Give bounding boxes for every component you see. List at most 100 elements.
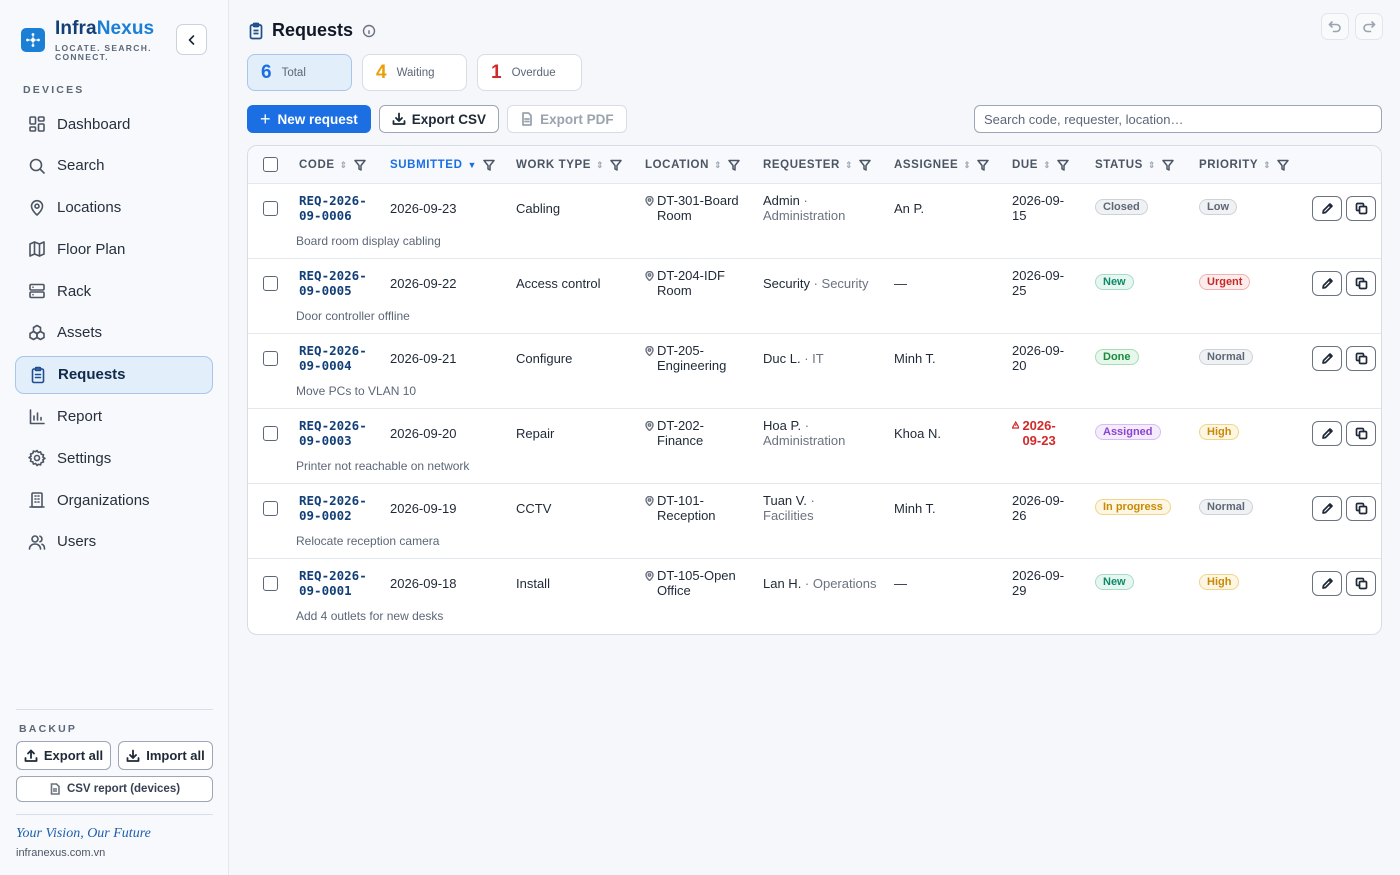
- requester-dept: ·: [801, 418, 810, 433]
- copy-icon: [1355, 502, 1367, 515]
- stat-value: 4: [376, 61, 387, 83]
- edit-button[interactable]: [1312, 346, 1342, 371]
- submitted-date: 2026-09-23: [390, 201, 457, 216]
- sidebar-item-search[interactable]: Search: [15, 147, 213, 185]
- edit-button[interactable]: [1312, 196, 1342, 221]
- table-row[interactable]: REQ-2026-09-0002 2026-09-19 CCTV DT-101-…: [248, 484, 1381, 559]
- edit-button[interactable]: [1312, 421, 1342, 446]
- users-icon: [28, 535, 46, 550]
- location-text: DT-105-Open Office: [657, 568, 736, 598]
- request-description: Door controller offline: [296, 309, 410, 323]
- row-checkbox[interactable]: [263, 201, 278, 216]
- request-code[interactable]: REQ-2026-09-0004: [299, 343, 379, 373]
- export-pdf-button[interactable]: Export PDF: [507, 105, 627, 133]
- backup-section-label: BACKUP: [19, 723, 78, 735]
- filter-icon[interactable]: [1277, 159, 1290, 171]
- request-code[interactable]: REQ-2026-09-0002: [299, 493, 379, 523]
- filter-icon[interactable]: [354, 159, 366, 171]
- search-input[interactable]: [974, 105, 1382, 133]
- new-request-button[interactable]: + New request: [247, 105, 371, 133]
- column-header-status[interactable]: STATUS ⇕: [1095, 146, 1174, 184]
- row-checkbox[interactable]: [263, 501, 278, 516]
- filter-icon[interactable]: [859, 159, 871, 171]
- request-code[interactable]: REQ-2026-09-0005: [299, 268, 379, 298]
- table-row[interactable]: REQ-2026-09-0004 2026-09-21 Configure DT…: [248, 334, 1381, 409]
- column-header-code[interactable]: CODE ⇕: [299, 146, 366, 184]
- table-row[interactable]: REQ-2026-09-0006 2026-09-23 Cabling DT-3…: [248, 184, 1381, 259]
- requester-dept: · IT: [800, 351, 824, 366]
- due-date: 2026-09-15: [1012, 193, 1065, 223]
- row-checkbox[interactable]: [263, 426, 278, 441]
- sidebar-item-organizations[interactable]: Organizations: [15, 481, 213, 519]
- work-type: Cabling: [516, 201, 561, 216]
- sidebar-item-locations[interactable]: Locations: [15, 189, 213, 227]
- sidebar-item-label: Floor Plan: [57, 240, 126, 258]
- filter-icon[interactable]: [728, 159, 740, 171]
- sort-icon: ⇕: [844, 159, 854, 170]
- table-row[interactable]: REQ-2026-09-0005 2026-09-22 Access contr…: [248, 259, 1381, 334]
- filter-icon[interactable]: [977, 159, 990, 171]
- status-badge: New: [1095, 274, 1134, 290]
- column-header-location[interactable]: LOCATION ⇕: [645, 146, 740, 184]
- due-date: 2026-09-29: [1012, 568, 1065, 598]
- sidebar-item-dashboard[interactable]: Dashboard: [15, 105, 213, 143]
- duplicate-button[interactable]: [1346, 196, 1376, 221]
- row-checkbox[interactable]: [263, 351, 278, 366]
- sidebar-item-label: Locations: [57, 199, 122, 217]
- requester-dept: Administration: [763, 208, 846, 223]
- work-type: Configure: [516, 351, 573, 366]
- request-code[interactable]: REQ-2026-09-0001: [299, 568, 379, 598]
- column-header-due[interactable]: DUE ⇕: [1012, 146, 1069, 184]
- stats-bar: 6 Total 4 Waiting 1 Overdue: [247, 54, 582, 91]
- assignee: —: [894, 576, 907, 591]
- csv-report-button[interactable]: CSV report (devices): [16, 776, 213, 802]
- redo-button[interactable]: [1355, 13, 1383, 40]
- select-all-checkbox[interactable]: [263, 157, 278, 172]
- toolbar: + New request Export CSV Export PDF: [247, 105, 627, 133]
- edit-button[interactable]: [1312, 571, 1342, 596]
- table-row[interactable]: REQ-2026-09-0001 2026-09-18 Install DT-1…: [248, 559, 1381, 634]
- duplicate-button[interactable]: [1346, 271, 1376, 296]
- pencil-icon: [1321, 578, 1333, 589]
- export-all-button[interactable]: Export all: [16, 741, 111, 770]
- import-all-button[interactable]: Import all: [118, 741, 213, 770]
- duplicate-button[interactable]: [1346, 421, 1376, 446]
- sidebar-item-rack[interactable]: Rack: [15, 272, 213, 310]
- column-header-work-type[interactable]: WORK TYPE ⇕: [516, 146, 622, 184]
- row-checkbox[interactable]: [263, 276, 278, 291]
- stat-waiting[interactable]: 4 Waiting: [362, 54, 467, 91]
- due-text: 2026-09-23: [1022, 418, 1056, 448]
- duplicate-button[interactable]: [1346, 496, 1376, 521]
- assignee: Minh T.: [894, 501, 936, 516]
- edit-button[interactable]: [1312, 496, 1342, 521]
- filter-icon[interactable]: [610, 159, 622, 171]
- sidebar-item-label: Assets: [57, 324, 103, 342]
- filter-icon[interactable]: [1057, 159, 1069, 171]
- requester-name: Security: [763, 276, 810, 291]
- sidebar-item-assets[interactable]: Assets: [15, 314, 213, 352]
- table-row[interactable]: REQ-2026-09-0003 2026-09-20 Repair DT-20…: [248, 409, 1381, 484]
- column-header-requester[interactable]: REQUESTER ⇕: [763, 146, 871, 184]
- column-header-assignee[interactable]: ASSIGNEE ⇕: [894, 146, 990, 184]
- duplicate-button[interactable]: [1346, 571, 1376, 596]
- sidebar-item-floor-plan[interactable]: Floor Plan: [15, 230, 213, 268]
- stat-overdue[interactable]: 1 Overdue: [477, 54, 582, 91]
- edit-button[interactable]: [1312, 271, 1342, 296]
- duplicate-button[interactable]: [1346, 346, 1376, 371]
- row-checkbox[interactable]: [263, 576, 278, 591]
- info-icon[interactable]: [362, 24, 376, 38]
- sidebar-item-requests[interactable]: Requests: [15, 355, 213, 394]
- undo-button[interactable]: [1321, 13, 1349, 40]
- column-header-priority[interactable]: PRIORITY ⇕: [1199, 146, 1290, 184]
- request-code[interactable]: REQ-2026-09-0003: [299, 418, 379, 448]
- column-header-submitted[interactable]: SUBMITTED ▼: [390, 146, 495, 184]
- sidebar-item-report[interactable]: Report: [15, 398, 213, 436]
- filter-icon[interactable]: [483, 159, 495, 171]
- sidebar-item-settings[interactable]: Settings: [15, 439, 213, 477]
- request-code[interactable]: REQ-2026-09-0006: [299, 193, 379, 223]
- filter-icon[interactable]: [1162, 159, 1174, 171]
- stat-total[interactable]: 6 Total: [247, 54, 352, 91]
- sidebar-item-users[interactable]: Users: [15, 523, 213, 561]
- collapse-sidebar-button[interactable]: [176, 24, 207, 55]
- export-csv-button[interactable]: Export CSV: [378, 105, 500, 133]
